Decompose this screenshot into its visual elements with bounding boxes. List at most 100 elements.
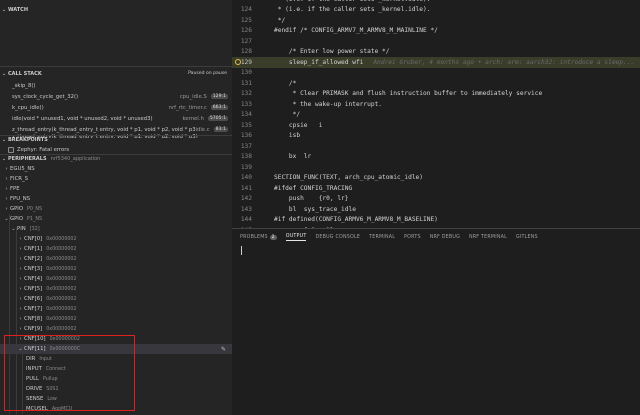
peripheral-item[interactable]: ⌄ PIN [32]	[0, 224, 232, 234]
peripheral-item[interactable]: › CNF[5] 0x00000002	[0, 284, 232, 294]
chevron-right-icon[interactable]: ›	[17, 306, 24, 312]
chevron-right-icon[interactable]: ›	[3, 206, 10, 212]
tab-nrf-debug[interactable]: NRF DEBUG	[430, 235, 460, 240]
peripheral-item[interactable]: › CNF[1] 0x00000002	[0, 244, 232, 254]
breakpoint-label: Zephyr: Fatal errors	[17, 147, 70, 153]
item-name: CNF[7]	[24, 306, 43, 312]
edit-pencil-icon[interactable]: ✎	[221, 346, 226, 353]
tab-nrf-terminal[interactable]: NRF TERMINAL	[469, 235, 507, 240]
chevron-right-icon[interactable]: ›	[3, 166, 10, 172]
code-line[interactable]: 138 bx lr	[232, 152, 640, 163]
item-value: 0x00000002	[46, 306, 77, 312]
code-line[interactable]: 141 #ifdef CONFIG_TRACING	[232, 183, 640, 194]
item-name: FPE	[10, 186, 20, 192]
code-text: bl sys_trace_idle	[274, 205, 356, 213]
peripheral-item[interactable]: › EGU5_NS	[0, 164, 232, 174]
chevron-down-icon: ⌄	[1, 137, 7, 143]
peripheral-item[interactable]: › CNF[3] 0x00000002	[0, 264, 232, 274]
call-stack-frame[interactable]: sys_clock_cycle_get_32() cpu_idle.S 129:1	[0, 91, 232, 102]
code-line[interactable]: 133 * the wake-up interrupt.	[232, 99, 640, 110]
code-text: /*	[274, 79, 297, 87]
peripheral-item[interactable]: › GPIO P0_NS	[0, 204, 232, 214]
code-line[interactable]: 136 isb	[232, 131, 640, 142]
chevron-down-icon: ⌄	[1, 156, 7, 162]
chevron-right-icon[interactable]: ›	[17, 246, 24, 252]
chevron-right-icon[interactable]: ›	[17, 276, 24, 282]
peripheral-item[interactable]: › CNF[9] 0x00000002	[0, 324, 232, 334]
chevron-right-icon[interactable]: ›	[3, 186, 10, 192]
chevron-right-icon[interactable]: ›	[17, 256, 24, 262]
peripheral-item[interactable]: ⌄ GPIO P1_NS	[0, 214, 232, 224]
item-value: 0x00000002	[46, 326, 77, 332]
watch-section-header[interactable]: ⌄ WATCH	[0, 5, 232, 15]
code-line[interactable]: 124 * (i.e. if the caller sets _kernel.i…	[232, 5, 640, 16]
code-line[interactable]: 126 #endif /* CONFIG_ARMV7_M_ARMV8_M_MAIN…	[232, 26, 640, 37]
call-stack-frame[interactable]: k_cpu_idle() nrf_rtc_timer.c 663:1	[0, 102, 232, 113]
code-line[interactable]: 144 #if defined(CONFIG_ARMV6_M_ARMV8_M_BA…	[232, 215, 640, 226]
line-number: 138	[240, 153, 252, 161]
code-line[interactable]: 139	[232, 162, 640, 173]
item-name: GPIO	[10, 206, 24, 212]
peripheral-item[interactable]: › CNF[0] 0x00000002	[0, 234, 232, 244]
code-line[interactable]: 131 /*	[232, 78, 640, 89]
code-text: * (i.e. if the caller sets _kernel.idle)…	[254, 0, 431, 3]
peripherals-section-header[interactable]: ⌄ PERIPHERALS nrf5340_application	[0, 154, 232, 164]
frame-line-badge: 129:1	[210, 94, 228, 99]
peripheral-item[interactable]: › CNF[6] 0x00000002	[0, 294, 232, 304]
item-name: CNF[0]	[24, 236, 43, 242]
breakpoints-title: BREAKPOINTS	[8, 137, 48, 143]
call-stack-frame[interactable]: _skip_8()	[0, 80, 232, 91]
peripheral-item[interactable]: › CNF[2] 0x00000002	[0, 254, 232, 264]
tab-gitlens[interactable]: GITLENS	[516, 235, 538, 240]
code-text: SECTION_FUNC(TEXT, arch_cpu_atomic_idle)	[274, 174, 424, 182]
chevron-right-icon[interactable]: ›	[17, 236, 24, 242]
code-line[interactable]: 137	[232, 141, 640, 152]
chevron-right-icon[interactable]: ›	[17, 286, 24, 292]
code-line[interactable]: 142 push {r0, lr}	[232, 194, 640, 205]
frame-function: sys_clock_cycle_get_32()	[12, 93, 79, 100]
line-number: 131	[240, 79, 252, 87]
code-line[interactable]: 128 /* Enter low power state */	[232, 47, 640, 58]
code-line[interactable]: 140 SECTION_FUNC(TEXT, arch_cpu_atomic_id…	[232, 173, 640, 184]
tab-terminal[interactable]: TERMINAL	[369, 235, 395, 240]
tab-label: PORTS	[404, 234, 421, 240]
code-line[interactable]: 135 cpsie i	[232, 120, 640, 131]
code-line[interactable]: 134 */	[232, 110, 640, 121]
frame-file: kernel.h	[182, 115, 204, 122]
chevron-right-icon[interactable]: ›	[3, 196, 10, 202]
code-line[interactable]: 125 */	[232, 15, 640, 26]
frame-file: nrf_rtc_timer.c	[168, 104, 207, 111]
breakpoints-section-header[interactable]: ⌄ BREAKPOINTS	[0, 135, 232, 145]
frame-function: k_cpu_idle()	[12, 104, 44, 111]
code-editor[interactable]: * (i.e. if the caller sets _kernel.idle)…	[232, 0, 640, 228]
code-line[interactable]: 127	[232, 36, 640, 47]
peripheral-item[interactable]: › FPE	[0, 184, 232, 194]
current-code-line[interactable]: 129 sleep_if_allowed wfi Andrei Gruber, 4…	[232, 57, 640, 68]
item-value: 0x00000002	[46, 276, 77, 282]
chevron-right-icon[interactable]: ›	[3, 176, 10, 182]
call-stack-frame[interactable]: idle(void * unused1, void * unused2, voi…	[0, 113, 232, 124]
peripheral-item[interactable]: › CNF[8] 0x00000002	[0, 314, 232, 324]
breakpoint-checkbox[interactable]	[8, 147, 14, 153]
chevron-right-icon[interactable]: ›	[17, 266, 24, 272]
tab-ports[interactable]: PORTS	[404, 235, 421, 240]
item-name: GPIO	[10, 216, 24, 222]
code-line[interactable]: 132 * Clear PRIMASK and flush instructio…	[232, 89, 640, 100]
chevron-right-icon[interactable]: ›	[17, 316, 24, 322]
tab-label: OUTPUT	[285, 233, 307, 239]
tab-debug-console[interactable]: DEBUG CONSOLE	[315, 235, 360, 240]
frame-function: z_thread_entry(k_thread_entry_t entry, v…	[12, 126, 196, 133]
chevron-right-icon[interactable]: ›	[17, 296, 24, 302]
code-line[interactable]: 130	[232, 68, 640, 79]
peripheral-item[interactable]: › FPU_NS	[0, 194, 232, 204]
tab-problems[interactable]: PROBLEMS 2	[240, 234, 277, 240]
chevron-right-icon[interactable]: ›	[17, 326, 24, 332]
peripheral-item[interactable]: › FICR_S	[0, 174, 232, 184]
peripheral-item[interactable]: › CNF[4] 0x00000002	[0, 274, 232, 284]
tab-output[interactable]: OUTPUT	[285, 233, 307, 241]
chevron-down-icon[interactable]: ⌄	[3, 216, 10, 222]
code-line[interactable]: 143 bl sys_trace_idle	[232, 204, 640, 215]
peripheral-item[interactable]: › CNF[7] 0x00000002	[0, 304, 232, 314]
chevron-down-icon[interactable]: ⌄	[10, 226, 17, 232]
chevron-down-icon: ⌄	[1, 7, 7, 13]
